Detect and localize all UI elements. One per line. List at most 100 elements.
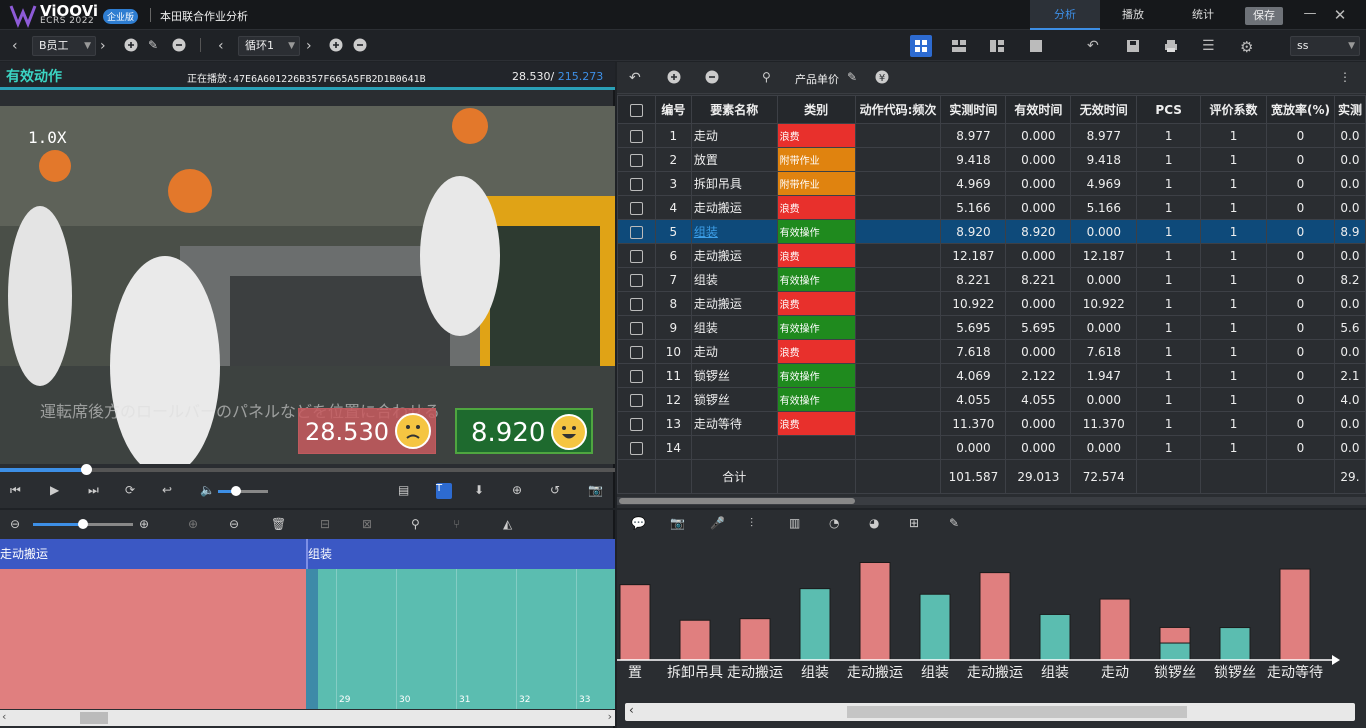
cell-category[interactable]: 浪费 xyxy=(776,243,856,268)
timeline-scrollbar[interactable]: ‹ › xyxy=(0,710,615,726)
comment-icon[interactable]: 💬 xyxy=(631,516,647,532)
person-icon[interactable]: ⚲ xyxy=(762,70,778,86)
cell-element-name[interactable]: 组装 xyxy=(690,267,778,292)
cell-rating[interactable]: 1 xyxy=(1200,171,1267,196)
remove-icon[interactable] xyxy=(172,38,188,54)
checkbox-icon[interactable] xyxy=(629,321,643,335)
volume-handle[interactable] xyxy=(230,486,241,496)
cell-measured-time[interactable]: 7.618 xyxy=(940,339,1007,364)
cell-rating[interactable]: 1 xyxy=(1200,219,1267,244)
table-row[interactable]: 9 组装 有效操作 5.695 5.695 0.000 1 1 0 5.6 xyxy=(617,315,1366,340)
cell-category[interactable]: 有效操作 xyxy=(776,267,856,292)
zoom-slider[interactable] xyxy=(33,519,133,529)
cell-rating[interactable]: 1 xyxy=(1200,411,1267,436)
cell-pcs[interactable]: 1 xyxy=(1136,195,1202,220)
col-header[interactable]: 要素名称 xyxy=(690,95,778,124)
checkbox-icon[interactable] xyxy=(629,369,643,383)
cell-allowance[interactable]: 0 xyxy=(1265,195,1335,220)
volume-icon[interactable]: 🔈 xyxy=(200,483,216,499)
pen-icon[interactable]: ✎ xyxy=(949,516,965,532)
layout-split-icon[interactable] xyxy=(951,38,967,54)
table-row[interactable]: 7 组装 有效操作 8.221 8.221 0.000 1 1 0 8.2 xyxy=(617,267,1366,292)
cell-measured-time[interactable]: 8.920 xyxy=(940,219,1007,244)
chart-scroll-thumb[interactable] xyxy=(847,706,1187,718)
cell-rating[interactable]: 1 xyxy=(1200,195,1267,220)
cell-pcs[interactable]: 1 xyxy=(1136,411,1202,436)
cell-element-name[interactable]: 放置 xyxy=(690,147,778,172)
cell-rating[interactable]: 1 xyxy=(1200,291,1267,316)
table-row[interactable]: 6 走动搬运 浪费 12.187 0.000 12.187 1 1 0 0.0 xyxy=(617,243,1366,268)
zoom-in-icon[interactable]: ⊕ xyxy=(512,483,528,499)
cell-rating[interactable]: 1 xyxy=(1200,387,1267,412)
cell-allowance[interactable]: 0 xyxy=(1265,171,1335,196)
col-header[interactable]: 编号 xyxy=(654,95,692,124)
table-row[interactable]: 12 锁锣丝 有效操作 4.055 4.055 0.000 1 1 0 4.0 xyxy=(617,387,1366,412)
col-header[interactable]: 类别 xyxy=(776,95,856,124)
bar-waste[interactable] xyxy=(859,562,891,661)
scroll-left-icon[interactable]: ‹ xyxy=(2,710,6,723)
cell-rating[interactable]: 1 xyxy=(1200,363,1267,388)
col-header[interactable]: 评价系数 xyxy=(1200,95,1267,124)
chevron-left-icon[interactable]: ‹ xyxy=(12,38,28,54)
step-forward-icon[interactable]: ⏭ xyxy=(88,483,104,499)
remove-row-icon[interactable] xyxy=(705,70,721,86)
add-cycle-icon[interactable] xyxy=(329,38,345,54)
row-select[interactable] xyxy=(617,243,656,268)
cell-allowance[interactable]: 0 xyxy=(1265,315,1335,340)
checkbox-icon[interactable] xyxy=(629,297,643,311)
col-header[interactable]: 无效时间 xyxy=(1070,95,1138,124)
table-scrollbar[interactable] xyxy=(617,497,1366,505)
table-row[interactable]: 5 组装 有效操作 8.920 8.920 0.000 1 1 0 8.9 xyxy=(617,219,1366,244)
checkbox-icon[interactable] xyxy=(629,177,643,191)
cell-pcs[interactable]: 1 xyxy=(1136,315,1202,340)
scroll-left-icon[interactable]: ‹ xyxy=(629,703,634,717)
row-select[interactable] xyxy=(617,291,656,316)
minimize-icon[interactable]: — xyxy=(1300,6,1320,24)
row-select[interactable] xyxy=(617,171,656,196)
cell-measured-time[interactable]: 8.977 xyxy=(940,123,1007,148)
cell-pcs[interactable]: 1 xyxy=(1136,267,1202,292)
cell-measured-time[interactable]: 9.418 xyxy=(940,147,1007,172)
checkbox-icon[interactable] xyxy=(629,153,643,167)
cell-element-name[interactable]: 走动 xyxy=(690,339,778,364)
tab-play[interactable]: 播放 xyxy=(1098,0,1168,30)
timeline-track[interactable]: 29 30 31 32 33 xyxy=(0,569,615,709)
layout-grid-icon[interactable] xyxy=(910,35,932,57)
download-icon[interactable]: ⬇ xyxy=(474,483,490,499)
checkbox-icon[interactable] xyxy=(629,273,643,287)
add-icon[interactable] xyxy=(124,38,140,54)
cell-allowance[interactable]: 0 xyxy=(1265,267,1335,292)
cell-action-code[interactable] xyxy=(854,171,942,196)
save-file-icon[interactable] xyxy=(1125,38,1141,54)
checkbox-icon[interactable] xyxy=(629,129,643,143)
person-icon[interactable]: ⚲ xyxy=(411,517,427,533)
scroll-right-icon[interactable]: › xyxy=(608,710,612,723)
edit-icon[interactable]: ✎ xyxy=(148,38,164,54)
cell-rating[interactable]: 1 xyxy=(1200,339,1267,364)
print-icon[interactable] xyxy=(1163,38,1179,54)
menu-icon[interactable]: ☰ xyxy=(1202,38,1218,54)
folder-upload-icon[interactable]: ⊞ xyxy=(909,516,925,532)
cell-allowance[interactable]: 0 xyxy=(1265,435,1335,460)
chart-scrollbar[interactable]: ‹ xyxy=(625,703,1355,721)
video-frame[interactable]: 1.0X 運転席後方のロールバーのパネルなどを位置に合わせる 28.530 8.… xyxy=(0,106,615,464)
cell-element-name[interactable]: 走动搬运 xyxy=(690,243,778,268)
bar-waste[interactable] xyxy=(619,584,651,661)
collapse-icon[interactable]: ⊟ xyxy=(320,517,336,533)
table-row[interactable]: 11 锁锣丝 有效操作 4.069 2.122 1.947 1 1 0 2.1 xyxy=(617,363,1366,388)
table-row[interactable]: 8 走动搬运 浪费 10.922 0.000 10.922 1 1 0 0.0 xyxy=(617,291,1366,316)
text-overlay-icon[interactable]: T xyxy=(436,483,452,499)
row-select[interactable] xyxy=(617,123,656,148)
row-select[interactable] xyxy=(617,315,656,340)
bar-waste[interactable] xyxy=(1279,568,1311,661)
row-select[interactable] xyxy=(617,195,656,220)
bar-waste[interactable] xyxy=(739,618,771,661)
cell-element-name[interactable]: 走动 xyxy=(690,123,778,148)
bar-effective[interactable] xyxy=(1219,627,1251,661)
split-icon[interactable]: ◭ xyxy=(503,517,519,533)
user-select[interactable]: ss ▼ xyxy=(1290,36,1360,56)
cell-action-code[interactable] xyxy=(854,195,942,220)
cell-measured-time[interactable]: 8.221 xyxy=(940,267,1007,292)
cell-action-code[interactable] xyxy=(854,315,942,340)
sliders-icon[interactable]: ⫶ xyxy=(750,516,766,532)
